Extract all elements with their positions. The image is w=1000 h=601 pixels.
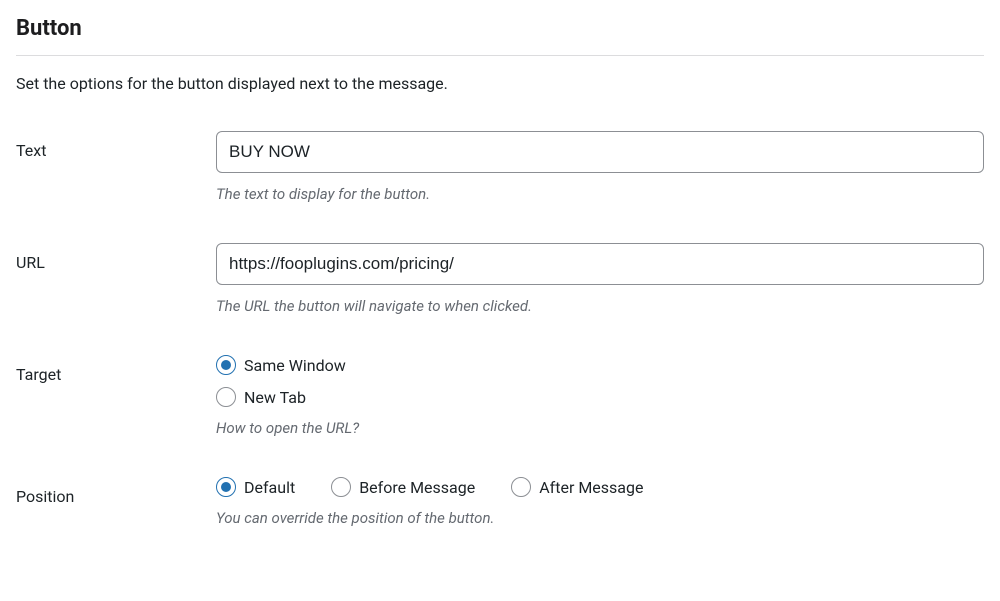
field-row-position: Position Default Before Message After Me… xyxy=(16,477,984,527)
position-radio-before-label: Before Message xyxy=(359,478,475,497)
url-help: The URL the button will navigate to when… xyxy=(216,297,984,315)
target-radio-group: Same Window New Tab xyxy=(216,355,984,407)
url-label: URL xyxy=(16,243,216,272)
radio-icon xyxy=(331,477,351,497)
text-control: The text to display for the button. xyxy=(216,131,984,203)
position-help: You can override the position of the but… xyxy=(216,509,984,527)
target-radio-new-tab-label: New Tab xyxy=(244,388,306,407)
position-radio-group: Default Before Message After Message xyxy=(216,477,984,497)
target-radio-new-tab[interactable]: New Tab xyxy=(216,387,984,407)
field-row-target: Target Same Window New Tab How to open t… xyxy=(16,355,984,437)
section-title: Button xyxy=(16,16,984,41)
position-radio-default-label: Default xyxy=(244,478,295,497)
radio-icon xyxy=(216,477,236,497)
position-radio-before[interactable]: Before Message xyxy=(331,477,475,497)
section-description: Set the options for the button displayed… xyxy=(16,74,984,93)
text-help: The text to display for the button. xyxy=(216,185,984,203)
radio-icon xyxy=(511,477,531,497)
target-control: Same Window New Tab How to open the URL? xyxy=(216,355,984,437)
field-row-url: URL The URL the button will navigate to … xyxy=(16,243,984,315)
position-label: Position xyxy=(16,477,216,506)
url-control: The URL the button will navigate to when… xyxy=(216,243,984,315)
position-radio-default[interactable]: Default xyxy=(216,477,295,497)
radio-icon xyxy=(216,355,236,375)
radio-icon xyxy=(216,387,236,407)
position-radio-after-label: After Message xyxy=(539,478,643,497)
target-radio-same-window-label: Same Window xyxy=(244,356,346,375)
text-label: Text xyxy=(16,131,216,160)
url-input[interactable] xyxy=(216,243,984,285)
target-label: Target xyxy=(16,355,216,384)
field-row-text: Text The text to display for the button. xyxy=(16,131,984,203)
position-control: Default Before Message After Message You… xyxy=(216,477,984,527)
section-divider xyxy=(16,55,984,56)
text-input[interactable] xyxy=(216,131,984,173)
target-radio-same-window[interactable]: Same Window xyxy=(216,355,984,375)
target-help: How to open the URL? xyxy=(216,419,984,437)
position-radio-after[interactable]: After Message xyxy=(511,477,643,497)
